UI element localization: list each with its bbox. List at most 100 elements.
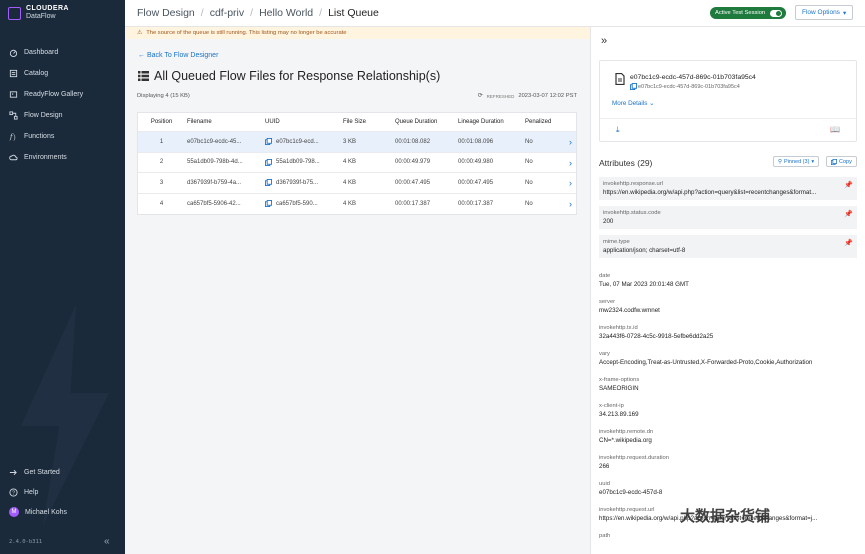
chevron-down-icon: ▾ [811,158,815,165]
pin-icon: ⚲ [778,158,783,165]
table-header: Position Filename UUID File Size Queue D… [138,113,576,132]
sidebar-bottom: Get Started ? Help M Michael Kohs [0,462,125,522]
chevron-down-icon: ⌄ [649,100,655,107]
copy-icon[interactable] [265,200,272,208]
copy-icon[interactable] [630,83,637,90]
attribute-item: x-frame-options SAMEORIGIN [599,376,857,393]
chevron-down-icon: ▾ [842,9,847,17]
pin-icon[interactable]: 📌 [844,239,853,247]
chevron-right-icon[interactable]: › [569,158,572,168]
copy-attributes-button[interactable]: Copy [826,156,857,167]
copy-icon[interactable] [265,158,272,166]
flow-design-icon [9,111,18,120]
brand-logo[interactable]: CLOUDERA DataFlow [8,5,69,21]
cell-penalized: No [525,159,533,166]
page-title: All Queued Flow Files for Response Relat… [138,69,440,83]
attribute-key: invokehttp.response.url [603,181,663,187]
attribute-key: x-frame-options [599,377,640,383]
expand-panel-icon[interactable]: » [601,35,607,47]
sidebar-item-readyflow-gallery[interactable]: ReadyFlow Gallery [0,84,125,105]
breadcrumb-flow[interactable]: Hello World [259,7,313,19]
chevron-right-icon[interactable]: › [569,199,572,209]
column-header-lineage-duration[interactable]: Lineage Duration [456,119,523,125]
column-header-queue-duration[interactable]: Queue Duration [393,119,456,125]
breadcrumb-separator: / [319,7,323,19]
test-session-toggle[interactable]: Active Test Session [710,7,787,19]
column-header-file-size[interactable]: File Size [341,119,393,125]
attribute-value: Accept-Encoding,Treat-as-Untrusted,X-For… [599,359,813,366]
queue-table: Position Filename UUID File Size Queue D… [137,112,577,215]
sidebar-item-flow-design[interactable]: Flow Design [0,105,125,126]
user-name: Michael Kohs [25,508,68,516]
copy-icon[interactable] [265,179,272,187]
column-header-filename[interactable]: Filename [185,119,263,125]
page-title-text: All Queued Flow Files for Response Relat… [154,69,441,83]
download-icon[interactable]: ⤓ [616,125,620,135]
sidebar-item-catalog[interactable]: Catalog [0,63,125,84]
breadcrumb-flow-design[interactable]: Flow Design [137,7,195,19]
table-row[interactable]: 1 e07bc1c9-ecdc-45... e07bc1c9-ecd... 3 … [138,132,576,153]
breadcrumb-separator: / [250,7,254,19]
attribute-item-pinned: invokehttp.status.code 200 📌 [599,206,857,229]
attributes-title: Attributes (29) [599,158,653,168]
table-row[interactable]: 2 55a1db09-798b-4d... 55a1db09-798... 4 … [138,153,576,173]
cell-file-size: 3 KB [343,138,357,145]
attribute-key: invokehttp.request.duration [599,455,669,461]
chevron-right-icon[interactable]: › [569,178,572,188]
flowfile-uuid: e07bc1c9-ecdc-457d-869c-01b703fa95c4 [638,84,740,90]
refresh-icon[interactable]: ⟳ [478,93,483,99]
pin-icon[interactable]: 📌 [844,181,853,189]
refreshed-time: 2023-03-07 12:02 PST [518,93,577,99]
sidebar-item-dashboard[interactable]: Dashboard [0,42,125,63]
pinned-filter-button[interactable]: ⚲ Pinned (3) ▾ [773,156,820,167]
sidebar-item-functions[interactable]: f) Functions [0,126,125,147]
pin-icon[interactable]: 📌 [844,210,853,218]
attribute-key: x-client-ip [599,403,624,409]
copy-icon[interactable] [265,138,272,146]
breadcrumb: Flow Design / cdf-priv / Hello World / L… [137,7,379,19]
attribute-key: invokehttp.status.code [603,210,661,216]
attribute-item: x-client-ip 34.213.89.169 [599,402,857,419]
attribute-value: 32a443f6-0728-4c5c-9918-5efbe6dd2a25 [599,333,714,340]
cell-penalized: No [525,138,533,145]
cell-queue-duration: 00:01:08.082 [395,138,431,145]
sidebar-item-get-started[interactable]: Get Started [0,462,125,482]
breadcrumb-current: List Queue [328,7,379,19]
sidebar-item-help[interactable]: ? Help [0,482,125,502]
attribute-item: invokehttp.remote.dn CN=*.wikipedia.org [599,428,857,445]
column-header-uuid[interactable]: UUID [263,119,341,125]
breadcrumb-environment[interactable]: cdf-priv [210,7,244,19]
attribute-value: mw2324.codfw.wmnet [599,307,660,314]
attribute-item: path [599,532,857,540]
chevron-right-icon[interactable]: › [569,137,572,147]
table-row[interactable]: 3 d367939f-b759-4a... d367939f-b75... 4 … [138,173,576,194]
dashboard-icon [9,49,18,57]
cell-penalized: No [525,200,533,207]
arrow-left-icon: ← [138,52,145,59]
table-row[interactable]: 4 ca657bf5-5906-42... ca657bf5-590... 4 … [138,194,576,215]
column-header-position[interactable]: Position [138,119,185,125]
attribute-value: Tue, 07 Mar 2023 20:01:48 GMT [599,281,689,288]
collapse-sidebar-icon[interactable]: « [104,536,110,547]
sidebar-item-environments[interactable]: Environments [0,147,125,168]
cell-position: 4 [159,200,164,207]
sidebar-item-user[interactable]: M Michael Kohs [0,502,125,522]
list-icon [138,71,149,81]
more-details-link[interactable]: More Details ⌄ [612,100,654,107]
sidebar-nav: Dashboard Catalog ReadyFlow Gallery Flow… [0,42,125,168]
flowfile-summary-card: e07bc1c9-ecdc-457d-869c-01b703fa95c4 e07… [599,60,857,142]
column-header-penalized[interactable]: Penalized [523,119,563,125]
cell-lineage-duration: 00:01:08.096 [458,138,494,145]
flow-options-button[interactable]: Flow Options ▾ [795,5,854,20]
back-link[interactable]: ← Back To Flow Designer [138,52,218,59]
arrow-right-icon [9,469,17,475]
attribute-key: mime.type [603,239,630,245]
attribute-value: CN=*.wikipedia.org [599,437,652,444]
view-content-icon[interactable]: 📖 [830,125,840,134]
sidebar-item-label: Get Started [24,468,60,476]
cell-filename: e07bc1c9-ecdc-45... [187,138,242,145]
attribute-item: invokehttp.request.duration 266 [599,454,857,471]
attribute-item: date Tue, 07 Mar 2023 20:01:48 GMT [599,272,857,289]
attribute-item: uuid e07bc1c9-ecdc-457d-8 [599,480,857,497]
attribute-item-pinned: invokehttp.response.url https://en.wikip… [599,177,857,200]
